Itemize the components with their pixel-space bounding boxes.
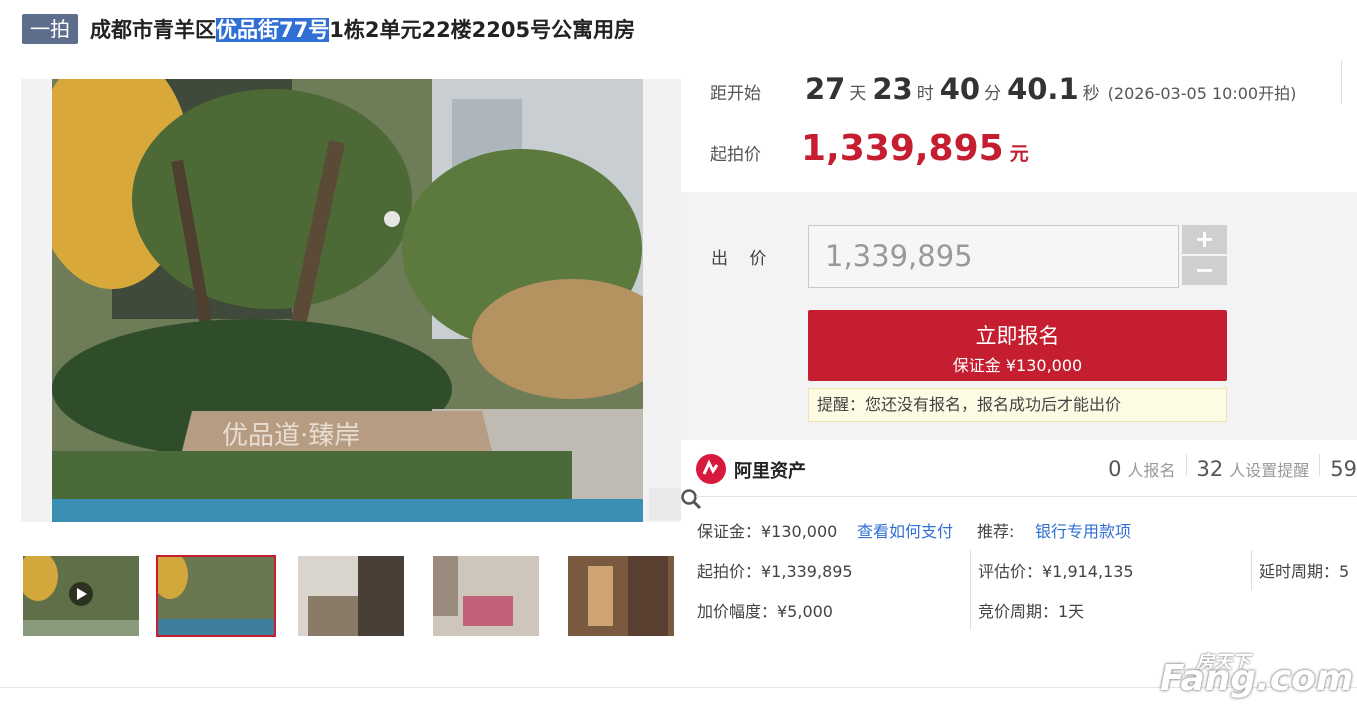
thumbnail-image [568, 556, 674, 636]
start-price-info: 起拍价：¥1,339,895 [697, 562, 853, 581]
countdown: 距开始 27 天 23 时 40 分 40.1 秒 (2026-03-05 10… [710, 72, 1296, 106]
seconds-unit: 秒 [1082, 84, 1100, 104]
recommend-label: 推荐: [977, 522, 1015, 541]
countdown-days: 27 [805, 72, 846, 106]
starting-price-value: 1,339,895 [801, 128, 1004, 169]
bank-account-link[interactable]: 银行专用款项 [1035, 518, 1131, 542]
decrease-bid-button[interactable]: − [1182, 256, 1227, 285]
main-photo: 优品道·臻岸 [52, 79, 643, 522]
thumbnail-kitchen[interactable] [298, 556, 404, 636]
main-photo-viewer[interactable]: 优品道·臻岸 [21, 79, 702, 522]
extension-period-info: 延时周期：5 [1259, 562, 1350, 581]
thumbnail-room[interactable] [568, 556, 674, 636]
signups-count: 0 [1108, 457, 1122, 481]
deposit-info: 保证金：¥130,000 [697, 522, 838, 541]
title-prefix: 成都市青羊区 [90, 18, 216, 42]
auction-stats: 0 人报名 32 人设置提醒 59 [1108, 454, 1357, 481]
thumbnail-bedroom[interactable] [433, 556, 539, 636]
divider [1319, 454, 1321, 476]
countdown-seconds: 40.1 [1007, 72, 1079, 106]
deposit-label: 保证金 ¥130,000 [952, 356, 1083, 375]
how-to-pay-link[interactable]: 查看如何支付 [857, 518, 953, 542]
reminders-count: 32 [1196, 457, 1224, 481]
bid-box: 出 价 1,339,895 + − 立即报名 保证金 ¥130,000 提醒：您… [681, 192, 1357, 440]
views-count: 59 [1330, 457, 1357, 481]
hours-unit: 时 [916, 84, 934, 104]
title-highlight: 优品街77号 [216, 18, 330, 42]
auction-round-badge: 一拍 [22, 14, 78, 44]
start-date: (2026-03-05 10:00开拍) [1107, 84, 1297, 103]
increase-bid-button[interactable]: + [1182, 225, 1227, 254]
signup-button[interactable]: 立即报名 保证金 ¥130,000 [808, 310, 1227, 381]
days-unit: 天 [849, 84, 867, 104]
bid-period-info: 竞价周期：1天 [978, 602, 1085, 621]
divider [970, 550, 971, 630]
title-row: 一拍 成都市青羊区优品街77号1栋2单元22楼2205号公寓用房 [22, 13, 635, 45]
thumbnail-image [23, 556, 139, 636]
page-title: 成都市青羊区优品街77号1栋2单元22楼2205号公寓用房 [90, 14, 635, 44]
watermark-brand: Fang.com [1160, 658, 1354, 699]
countdown-minutes: 40 [939, 72, 981, 106]
svg-text:优品道·臻岸: 优品道·臻岸 [222, 421, 360, 451]
thumbnail-image [158, 557, 274, 635]
platform-row: 阿里资产 0 人报名 32 人设置提醒 59 [696, 452, 1357, 497]
appraisal-info: 评估价：¥1,914,135 [978, 562, 1134, 581]
bid-amount-input[interactable]: 1,339,895 [808, 225, 1179, 288]
ali-assets-logo-icon [696, 454, 726, 484]
divider [0, 687, 1357, 688]
reminders-label: 人设置提醒 [1229, 461, 1310, 480]
countdown-label: 距开始 [710, 84, 761, 104]
bid-label: 出 价 [711, 249, 775, 269]
starting-price-unit: 元 [1009, 143, 1029, 165]
starting-price-label: 起拍价 [710, 145, 761, 165]
thumbnail-video[interactable] [23, 556, 139, 636]
signup-reminder: 提醒：您还没有报名，报名成功后才能出价 [808, 388, 1227, 422]
signups-label: 人报名 [1127, 461, 1176, 480]
platform-name: 阿里资产 [734, 461, 806, 482]
thumbnail-image [298, 556, 404, 636]
signup-button-label: 立即报名 [975, 324, 1060, 348]
increment-info: 加价幅度：¥5,000 [697, 602, 833, 621]
divider [1341, 60, 1342, 104]
fang-watermark: 房天下 Fang.com [1160, 650, 1353, 706]
thumbnail-selected[interactable] [156, 555, 276, 637]
minutes-unit: 分 [984, 84, 1002, 104]
title-suffix: 1栋2单元22楼2205号公寓用房 [329, 18, 636, 42]
countdown-hours: 23 [872, 72, 913, 106]
divider [1185, 454, 1187, 476]
zoom-icon[interactable] [649, 488, 702, 520]
starting-price-row: 起拍价 1,339,895 元 [710, 128, 1029, 169]
divider [1251, 550, 1252, 590]
thumbnail-image [433, 556, 539, 636]
